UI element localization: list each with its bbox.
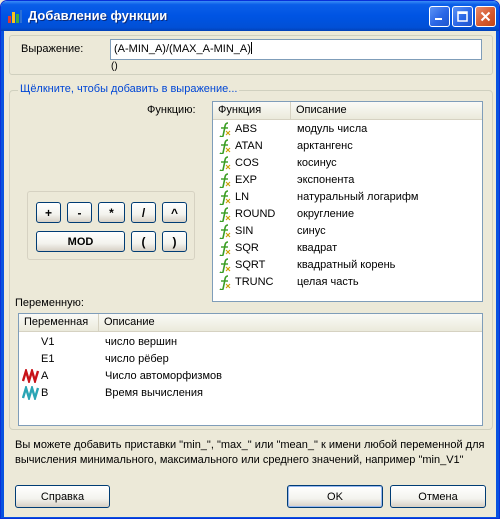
function-name: EXP bbox=[235, 174, 258, 186]
variables-list-header: Переменная Описание bbox=[19, 314, 482, 332]
function-name: ATAN bbox=[235, 140, 263, 152]
help-button[interactable]: Справка bbox=[15, 485, 110, 508]
maximize-icon bbox=[457, 11, 468, 22]
variable-description: Время вычисления bbox=[105, 387, 203, 399]
function-icon bbox=[219, 258, 231, 273]
function-row[interactable]: LN натуральный логарифм bbox=[213, 189, 482, 206]
expression-label: Выражение: bbox=[21, 43, 84, 55]
function-row[interactable]: ROUND округление bbox=[213, 206, 482, 223]
function-name: ABS bbox=[235, 123, 258, 135]
right-paren-button[interactable]: ) bbox=[162, 231, 187, 252]
variable-description: число вершин bbox=[105, 336, 178, 348]
variables-label: Переменную: bbox=[15, 297, 84, 309]
function-icon bbox=[219, 207, 231, 222]
function-row[interactable]: TRUNC целая часть bbox=[213, 274, 482, 291]
insert-group-title: Щёлкните, чтобы добавить в выражение... bbox=[18, 83, 240, 95]
function-name: SQRT bbox=[235, 259, 266, 271]
function-description: квадратный корень bbox=[297, 259, 396, 271]
function-description: арктангенс bbox=[297, 140, 353, 152]
app-icon bbox=[8, 10, 22, 23]
functions-col-desc[interactable]: Описание bbox=[291, 102, 482, 119]
expression-input[interactable]: (A-MIN_A)/(MAX_A-MIN_A) bbox=[110, 39, 482, 60]
function-description: целая часть bbox=[297, 276, 359, 288]
function-description: квадрат bbox=[297, 242, 338, 254]
function-row[interactable]: SQR квадрат bbox=[213, 240, 482, 257]
variables-col-desc[interactable]: Описание bbox=[99, 314, 482, 331]
mod-button[interactable]: MOD bbox=[36, 231, 125, 252]
function-icon bbox=[219, 190, 231, 205]
red-graph-icon bbox=[22, 369, 40, 383]
window-title: Добавление функции bbox=[28, 8, 168, 23]
function-name: ROUND bbox=[235, 208, 276, 220]
variable-name: A bbox=[41, 370, 49, 382]
parens-hint: () bbox=[111, 61, 118, 72]
expression-value: (A-MIN_A)/(MAX_A-MIN_A) bbox=[114, 43, 251, 55]
maximize-button[interactable] bbox=[452, 6, 473, 27]
function-icon bbox=[219, 139, 231, 154]
dialog-window: Добавление функции Выражение: (A-MIN_A)/… bbox=[0, 0, 500, 519]
close-icon bbox=[480, 11, 491, 22]
function-description: натуральный логарифм bbox=[297, 191, 419, 203]
cancel-button[interactable]: Отмена bbox=[390, 485, 486, 508]
function-icon bbox=[219, 275, 231, 290]
function-row[interactable]: COS косинус bbox=[213, 155, 482, 172]
function-description: экспонента bbox=[297, 174, 355, 186]
variable-row[interactable]: E1 число рёбер bbox=[19, 351, 482, 368]
variable-row[interactable]: A Число автоморфизмов bbox=[19, 368, 482, 385]
function-description: косинус bbox=[297, 157, 337, 169]
minimize-button[interactable] bbox=[429, 6, 450, 27]
function-row[interactable]: EXP экспонента bbox=[213, 172, 482, 189]
function-row[interactable]: ATAN арктангенс bbox=[213, 138, 482, 155]
functions-col-name[interactable]: Функция bbox=[213, 102, 291, 119]
function-icon bbox=[219, 241, 231, 256]
functions-list-header: Функция Описание bbox=[213, 102, 482, 120]
function-row[interactable]: SQRT квадратный корень bbox=[213, 257, 482, 274]
title-bar[interactable]: Добавление функции bbox=[1, 1, 499, 31]
function-row[interactable]: ABS модуль числа bbox=[213, 121, 482, 138]
ok-button[interactable]: OK bbox=[287, 485, 383, 508]
variable-description: Число автоморфизмов bbox=[105, 370, 223, 382]
function-description: округление bbox=[297, 208, 355, 220]
minus-button[interactable]: - bbox=[67, 202, 92, 223]
variable-row[interactable]: V1 число вершин bbox=[19, 334, 482, 351]
function-name: LN bbox=[235, 191, 250, 203]
function-name: SQR bbox=[235, 242, 259, 254]
variable-name: V1 bbox=[41, 336, 55, 348]
function-name: COS bbox=[235, 157, 259, 169]
function-name: TRUNC bbox=[235, 276, 274, 288]
variable-description: число рёбер bbox=[105, 353, 169, 365]
left-paren-button[interactable]: ( bbox=[131, 231, 156, 252]
function-icon bbox=[219, 173, 231, 188]
function-row[interactable]: SIN синус bbox=[213, 223, 482, 240]
prefix-hint-text: Вы можете добавить приставки "min_", "ma… bbox=[15, 439, 485, 466]
function-description: модуль числа bbox=[297, 123, 368, 135]
function-icon bbox=[219, 224, 231, 239]
variable-name: B bbox=[41, 387, 49, 399]
variable-name: E1 bbox=[41, 353, 55, 365]
text-caret bbox=[250, 42, 252, 54]
power-button[interactable]: ^ bbox=[162, 202, 187, 223]
functions-label: Функцию: bbox=[147, 104, 196, 116]
function-icon bbox=[219, 122, 231, 137]
minimize-icon bbox=[435, 18, 442, 20]
variable-row[interactable]: B Время вычисления bbox=[19, 385, 482, 402]
variables-list[interactable]: Переменная Описание V1 число вершин E1 числ… bbox=[18, 313, 483, 426]
teal-graph-icon bbox=[22, 386, 40, 400]
function-icon bbox=[219, 156, 231, 171]
divide-button[interactable]: / bbox=[131, 202, 156, 223]
functions-list[interactable]: Функция Описание ABS модуль числа ATAN аркт… bbox=[212, 101, 483, 302]
function-name: SIN bbox=[235, 225, 254, 237]
close-window-button[interactable] bbox=[475, 6, 496, 27]
function-description: синус bbox=[297, 225, 326, 237]
plus-button[interactable]: + bbox=[36, 202, 61, 223]
multiply-button[interactable]: * bbox=[98, 202, 125, 223]
variables-col-name[interactable]: Переменная bbox=[19, 314, 99, 331]
